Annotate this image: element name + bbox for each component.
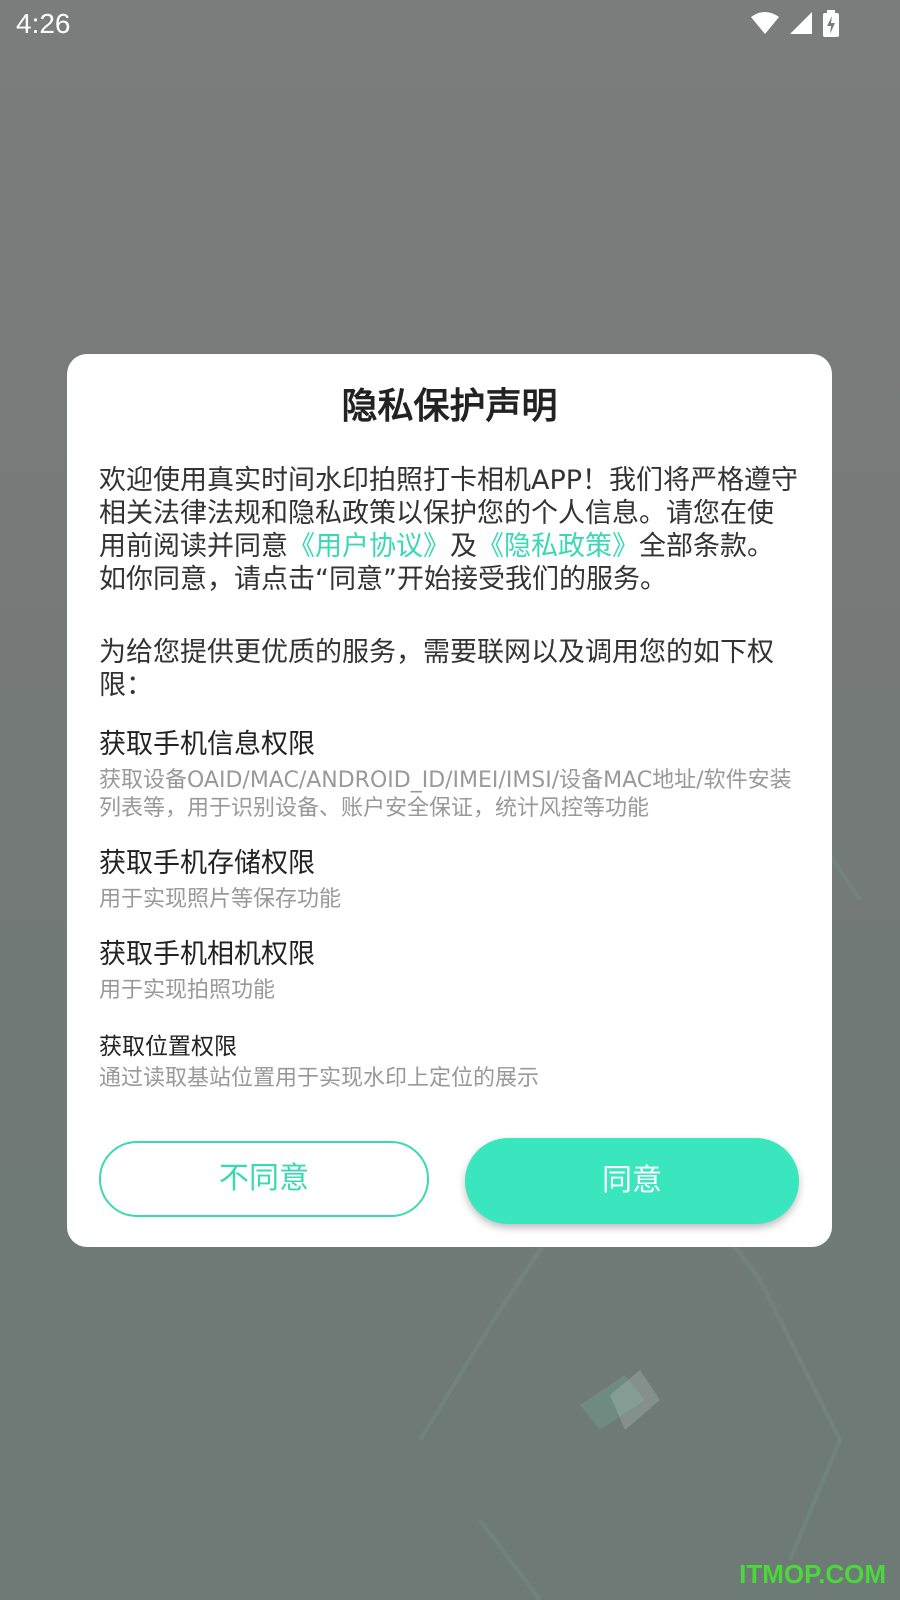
intro-and: 及 [450, 531, 477, 562]
dialog-title: 隐私保护声明 [341, 386, 558, 427]
privacy-dialog: 隐私保护声明 欢迎使用真实时间水印拍照打卡相机APP！我们将严格遵守相关法律法规… [67, 354, 832, 1247]
permission-desc-storage: 用于实现照片等保存功能 [99, 887, 342, 912]
signal-icon [788, 10, 814, 41]
site-watermark: ITMOP.COM [739, 1559, 886, 1589]
permission-title-phone-info: 获取手机信息权限 [99, 729, 315, 760]
privacy-policy-link[interactable]: 《隐私政策》 [477, 531, 639, 562]
status-time: 4:26 [16, 8, 71, 39]
permissions-lead: 为给您提供更优质的服务，需要联网以及调用您的如下权限： [99, 637, 774, 701]
status-icons [750, 10, 850, 40]
wifi-icon [750, 10, 780, 41]
battery-charging-icon [822, 10, 840, 43]
permission-desc-camera: 用于实现拍照功能 [99, 978, 276, 1003]
agree-button[interactable]: 同意 [465, 1138, 799, 1224]
permission-title-location: 获取位置权限 [99, 1034, 237, 1060]
permission-desc-phone-info: 获取设备OAID/MAC/ANDROID_ID/IMEI/IMSI/设备MAC地… [99, 768, 792, 821]
permission-title-camera: 获取手机相机权限 [99, 939, 315, 970]
permission-title-storage: 获取手机存储权限 [99, 848, 315, 879]
intro-text: 欢迎使用真实时间水印拍照打卡相机APP！我们将严格遵守相关法律法规和隐私政策以保… [99, 464, 799, 596]
status-bar: 4:26 [0, 0, 900, 48]
decline-button[interactable]: 不同意 [99, 1141, 429, 1217]
permission-desc-location: 通过读取基站位置用于实现水印上定位的展示 [99, 1066, 540, 1091]
user-agreement-link[interactable]: 《用户协议》 [288, 531, 450, 562]
